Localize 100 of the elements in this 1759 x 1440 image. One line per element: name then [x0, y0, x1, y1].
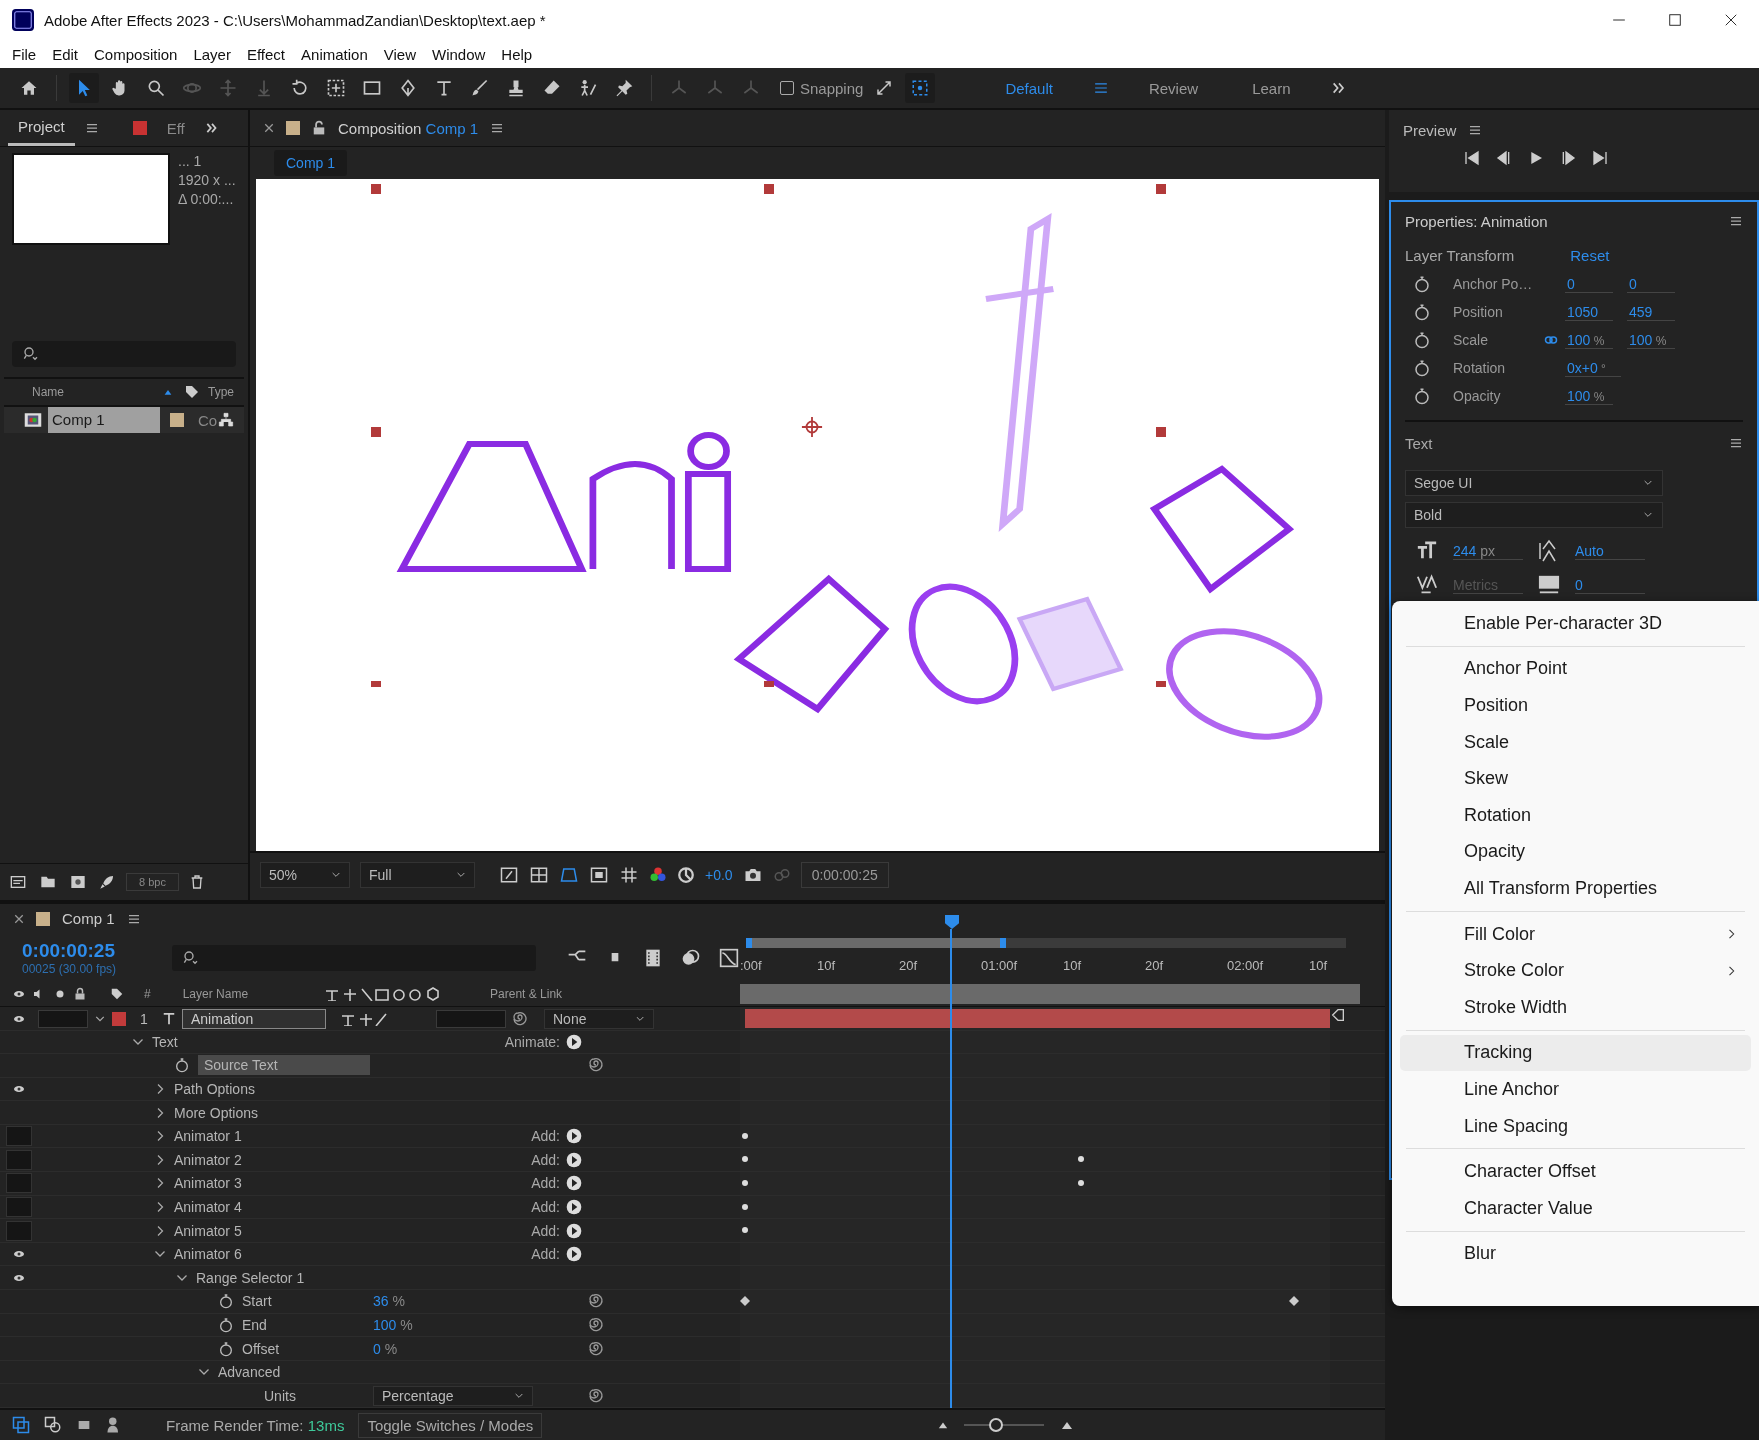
property-label[interactable]: Source Text: [198, 1055, 370, 1076]
keyframe-dot-icon[interactable]: [742, 1156, 748, 1163]
property-label[interactable]: More Options: [174, 1104, 259, 1121]
layer-name-field[interactable]: Animation: [182, 1008, 326, 1029]
pick-whip-icon[interactable]: [512, 1010, 528, 1027]
menu-item[interactable]: Tracking: [1400, 1034, 1751, 1072]
visibility-toggle[interactable]: [6, 1126, 32, 1147]
column-header[interactable]: Name: [4, 385, 152, 399]
property-label[interactable]: End: [242, 1316, 267, 1333]
snapping-checkbox[interactable]: [780, 81, 794, 95]
menu-item[interactable]: Anchor Point: [1400, 650, 1751, 688]
property-label[interactable]: Animator 6: [174, 1246, 242, 1263]
play-menu-icon[interactable]: [566, 1033, 582, 1050]
pick-whip-icon[interactable]: [588, 1293, 604, 1310]
snap-frame-icon[interactable]: [905, 73, 936, 103]
keyframe-dot-icon[interactable]: [1078, 1180, 1084, 1187]
leading-field[interactable]: Auto: [1575, 542, 1645, 560]
tracking-field[interactable]: 0: [1575, 576, 1645, 594]
keyframe-dot-icon[interactable]: [742, 1203, 748, 1210]
stopwatch-icon[interactable]: [174, 1057, 190, 1074]
play-menu-icon[interactable]: [566, 1175, 582, 1192]
keyframe-dot-icon[interactable]: [742, 1132, 748, 1139]
value-field[interactable]: 1050: [1565, 303, 1613, 321]
stopwatch-icon[interactable]: [218, 1316, 234, 1333]
exposure-reset-icon[interactable]: [677, 866, 695, 884]
property-value[interactable]: 100 %: [373, 1316, 413, 1333]
value-field[interactable]: 100 %: [1565, 387, 1613, 405]
stopwatch-icon[interactable]: [218, 1293, 234, 1310]
value-field[interactable]: 0: [1565, 275, 1613, 293]
checkerboard-icon[interactable]: [529, 866, 549, 884]
value-field[interactable]: 100 %: [1627, 331, 1675, 349]
menu-item[interactable]: Help: [493, 45, 541, 63]
zoom-slider[interactable]: [964, 1417, 1045, 1433]
menu-item[interactable]: Stroke Width: [1400, 988, 1751, 1026]
lock-icon[interactable]: [312, 120, 326, 136]
menu-item[interactable]: Character Value: [1400, 1189, 1751, 1227]
menu-item[interactable]: File: [4, 45, 45, 63]
layer-duration-bar[interactable]: [745, 1008, 1330, 1028]
menu-item[interactable]: Window: [424, 45, 494, 63]
play-menu-icon[interactable]: [566, 1128, 582, 1145]
menu-item[interactable]: All Transform Properties: [1400, 870, 1751, 907]
menu-item[interactable]: Edit: [44, 45, 87, 63]
value-field[interactable]: 0: [1627, 275, 1675, 293]
panel-tab[interactable]: Eff: [156, 111, 195, 145]
keyframe-dot-icon[interactable]: [742, 1227, 748, 1234]
pick-whip-icon[interactable]: [588, 1057, 604, 1074]
layers-icon[interactable]: [44, 1416, 62, 1434]
property-label[interactable]: Text: [152, 1033, 178, 1050]
font-style-dropdown[interactable]: Bold: [1405, 502, 1663, 528]
menu-item[interactable]: Line Spacing: [1400, 1107, 1751, 1145]
visibility-toggle[interactable]: [6, 1173, 32, 1194]
region-icon[interactable]: [589, 866, 609, 884]
property-label[interactable]: Range Selector 1: [196, 1269, 305, 1286]
stopwatch-icon[interactable]: [1413, 359, 1431, 377]
mask-path-icon[interactable]: [559, 866, 579, 884]
menu-icon[interactable]: [126, 912, 141, 925]
menu-item[interactable]: Skew: [1400, 760, 1751, 797]
parent-dropdown[interactable]: None: [544, 1008, 654, 1029]
pick-whip-icon[interactable]: [588, 1387, 604, 1404]
chevrons-icon[interactable]: [1330, 80, 1347, 96]
pick-whip-icon[interactable]: [588, 1340, 604, 1357]
stopwatch-icon[interactable]: [218, 1340, 234, 1357]
close-icon[interactable]: [264, 123, 274, 133]
toggle-switches-button[interactable]: Toggle Switches / Modes: [358, 1412, 543, 1438]
property-label[interactable]: Animator 5: [174, 1222, 242, 1239]
timecode-field[interactable]: 0:00:00:25: [800, 862, 889, 888]
time-navigator[interactable]: [746, 937, 1346, 948]
menu-item[interactable]: Stroke Color: [1400, 952, 1751, 989]
menu-item[interactable]: Character Offset: [1400, 1153, 1751, 1190]
close-icon[interactable]: [14, 913, 24, 924]
last-frame-icon[interactable]: [1591, 150, 1609, 166]
first-frame-icon[interactable]: [1463, 150, 1481, 166]
reset-link[interactable]: Reset: [1570, 246, 1610, 264]
font-size-field[interactable]: 244 px: [1453, 542, 1523, 560]
menu-item[interactable]: Blur: [1400, 1235, 1751, 1273]
pick-whip-icon[interactable]: [588, 1316, 604, 1333]
menu-icon[interactable]: [1092, 81, 1109, 95]
menu-item[interactable]: Opacity: [1400, 833, 1751, 871]
menu-icon[interactable]: [1729, 437, 1743, 449]
property-label[interactable]: Advanced: [218, 1364, 281, 1381]
visibility-toggle[interactable]: [6, 1196, 32, 1217]
chevrons-icon[interactable]: [204, 121, 219, 135]
arrow-pointer-icon[interactable]: [69, 73, 99, 103]
zoom-slider-thumb[interactable]: [989, 1418, 1004, 1432]
work-area-bar[interactable]: [746, 937, 1006, 948]
stopwatch-icon[interactable]: [1413, 387, 1431, 405]
search-field[interactable]: [12, 341, 236, 367]
new-composition-icon[interactable]: [68, 873, 88, 890]
property-label[interactable]: Animator 3: [174, 1175, 242, 1192]
grid-guides-icon[interactable]: [619, 866, 639, 884]
visibility-toggle[interactable]: [6, 1220, 32, 1241]
menu-icon[interactable]: [490, 122, 505, 134]
visibility-toggle[interactable]: [6, 1149, 32, 1170]
property-label[interactable]: Start: [242, 1293, 272, 1310]
play-menu-icon[interactable]: [566, 1246, 582, 1263]
bit-depth-button[interactable]: 8 bpc: [126, 872, 179, 891]
menu-item[interactable]: Enable Per-character 3D: [1400, 605, 1751, 642]
composition-breadcrumb[interactable]: Comp 1: [274, 150, 348, 176]
project-item[interactable]: Comp 1: [48, 407, 160, 433]
zoom-dropdown[interactable]: 50%: [260, 862, 350, 888]
